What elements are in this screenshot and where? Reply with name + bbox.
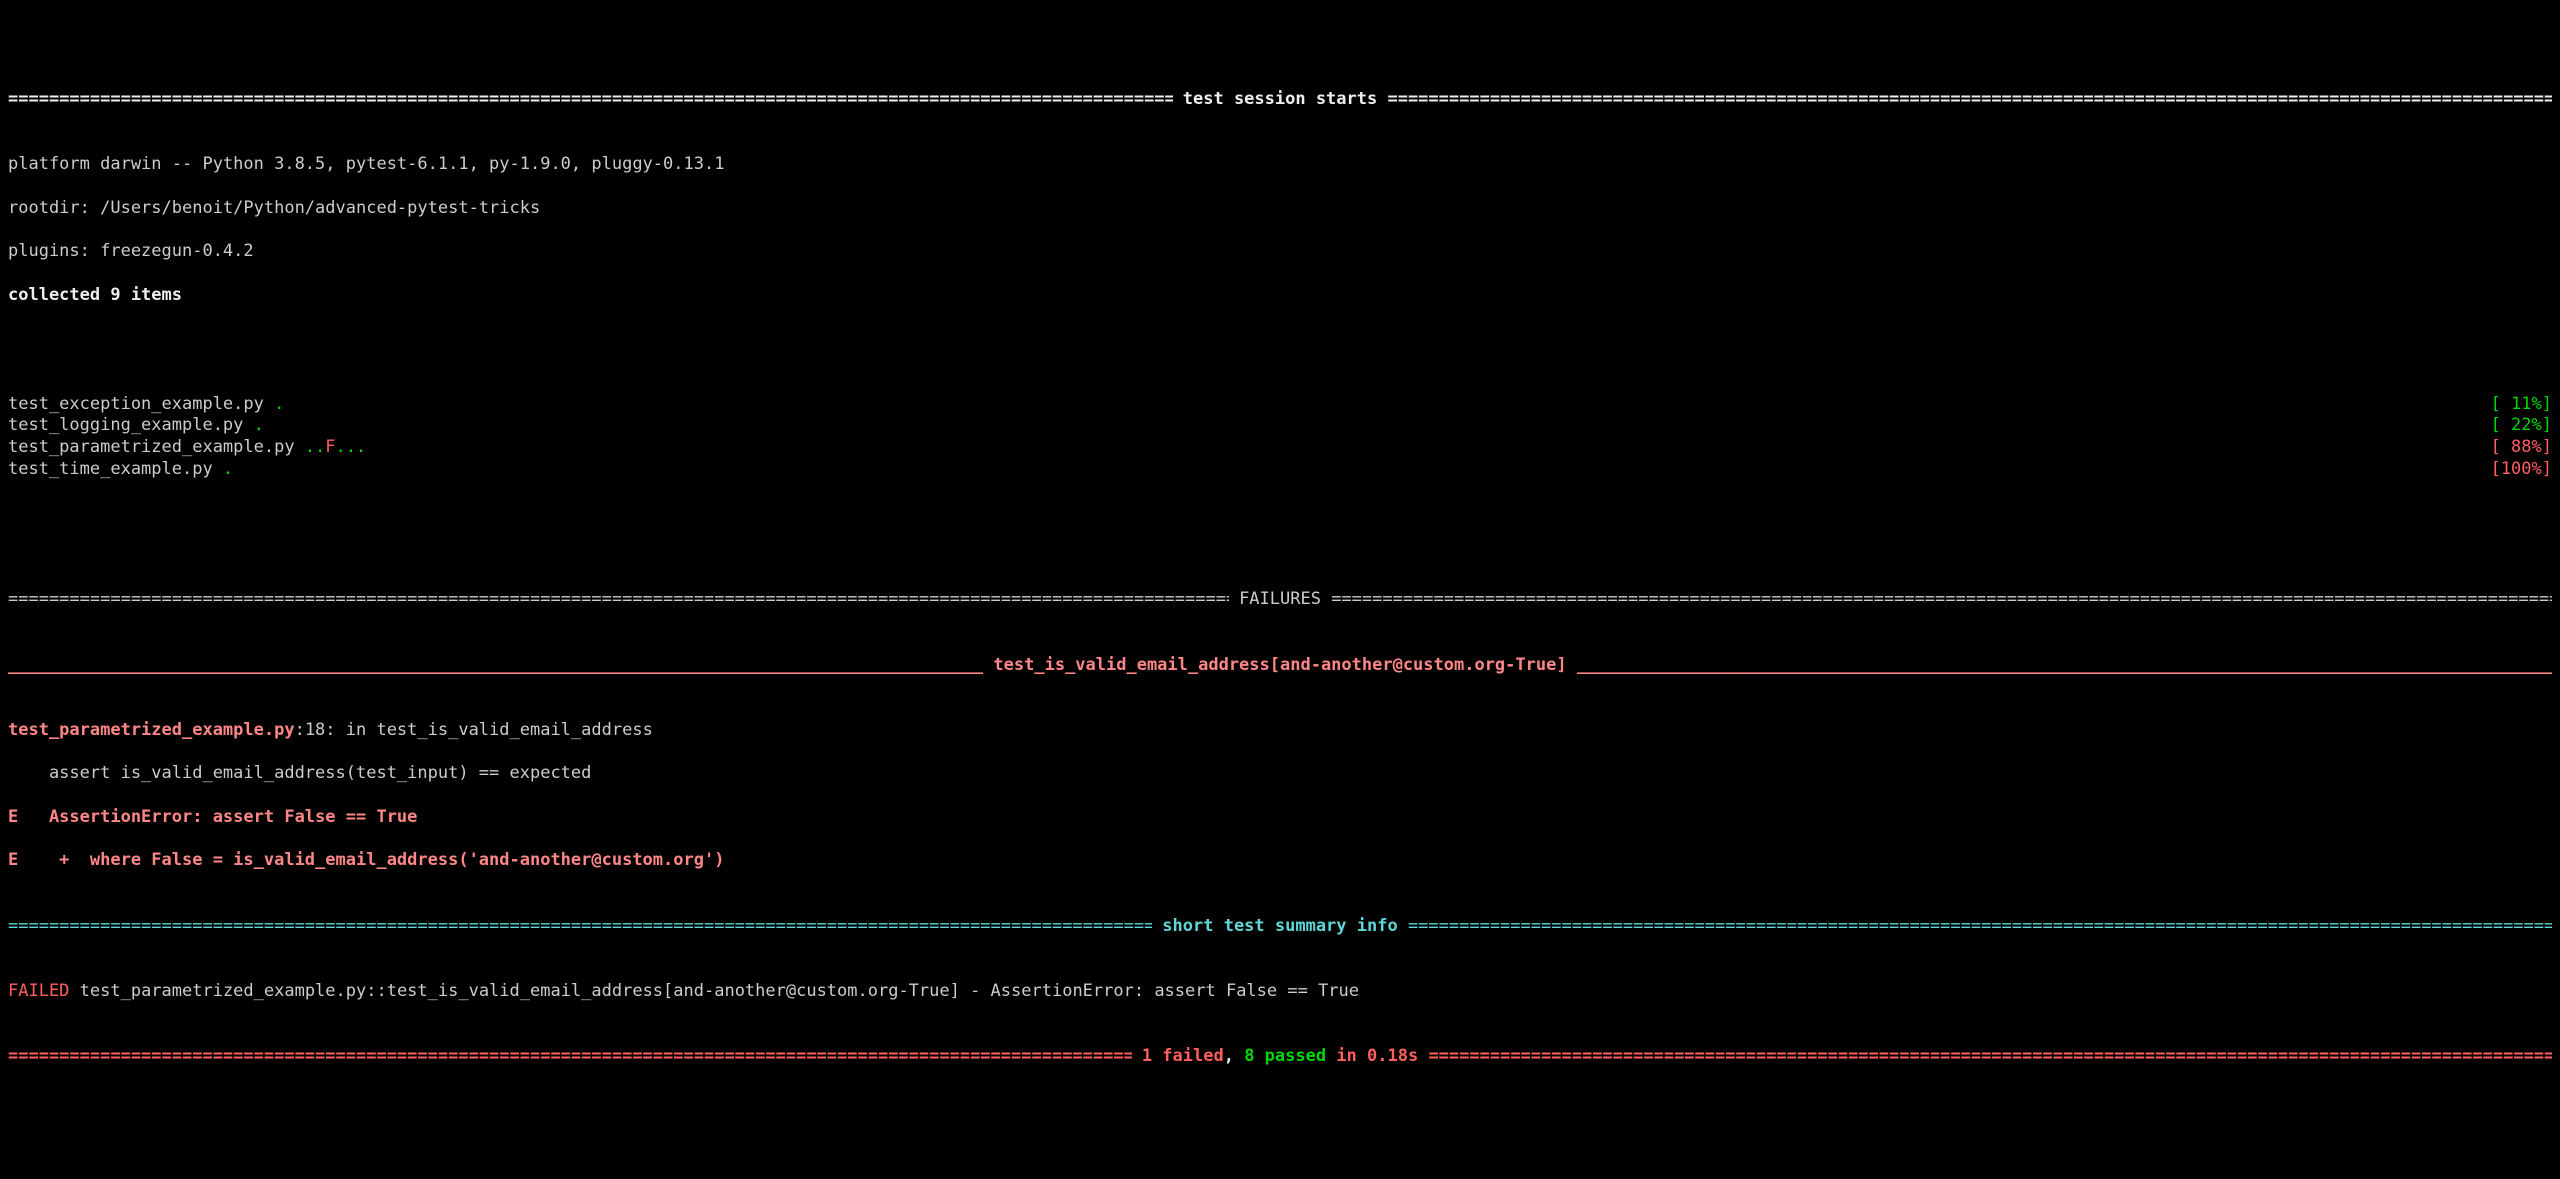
short-summary-banner: short test summary info	[8, 916, 2552, 938]
failure-test-name: test_is_valid_email_address[and-another@…	[983, 655, 1577, 677]
test-result-left: test_exception_example.py .	[8, 394, 284, 416]
session-start-banner: test session starts	[8, 89, 2552, 111]
failure-location-file: test_parametrized_example.py	[8, 720, 295, 740]
final-in: in 0.18s	[1326, 1046, 1428, 1066]
final-passed: 8 passed	[1244, 1046, 1326, 1066]
plugins-line: plugins: freezegun-0.4.2	[8, 241, 2552, 263]
test-result-pct: [ 11%]	[2491, 394, 2552, 416]
test-result-pct: [ 22%]	[2491, 415, 2552, 437]
session-start-title: test session starts	[1173, 89, 1388, 111]
blank-line	[8, 328, 2552, 350]
failure-error-line-2: E + where False = is_valid_email_address…	[8, 850, 2552, 872]
failures-title: FAILURES	[1229, 589, 1331, 611]
final-failed: 1 failed	[1132, 1046, 1224, 1066]
test-result-row: test_time_example.py . [100%]	[8, 459, 2552, 481]
failure-test-banner: test_is_valid_email_address[and-another@…	[8, 655, 2552, 677]
failure-location: test_parametrized_example.py:18: in test…	[8, 720, 2552, 742]
rootdir-line: rootdir: /Users/benoit/Python/advanced-p…	[8, 198, 2552, 220]
final-sep: ,	[1224, 1046, 1244, 1066]
blank-line	[8, 524, 2552, 546]
failures-banner: FAILURES	[8, 589, 2552, 611]
failure-error-line-1: E AssertionError: assert False == True	[8, 807, 2552, 829]
collected-line: collected 9 items	[8, 285, 2552, 307]
test-result-left: test_time_example.py .	[8, 459, 233, 481]
test-result-pct: [ 88%]	[2491, 437, 2552, 459]
test-result-row: test_exception_example.py . [ 11%]	[8, 394, 2552, 416]
test-result-row: test_logging_example.py . [ 22%]	[8, 415, 2552, 437]
failure-assert-line: assert is_valid_email_address(test_input…	[8, 763, 2552, 785]
test-result-left: test_parametrized_example.py ..F...	[8, 437, 366, 459]
failure-location-rest: :18: in test_is_valid_email_address	[295, 720, 653, 740]
final-summary-banner: 1 failed, 8 passed in 0.18s	[8, 1046, 2552, 1068]
short-summary-title: short test summary info	[1152, 916, 1408, 938]
test-result-left: test_logging_example.py .	[8, 415, 264, 437]
test-result-pct: [100%]	[2491, 459, 2552, 481]
platform-line: platform darwin -- Python 3.8.5, pytest-…	[8, 154, 2552, 176]
summary-failed-line: FAILED test_parametrized_example.py::tes…	[8, 981, 2552, 1003]
test-result-row: test_parametrized_example.py ..F... [ 88%…	[8, 437, 2552, 459]
